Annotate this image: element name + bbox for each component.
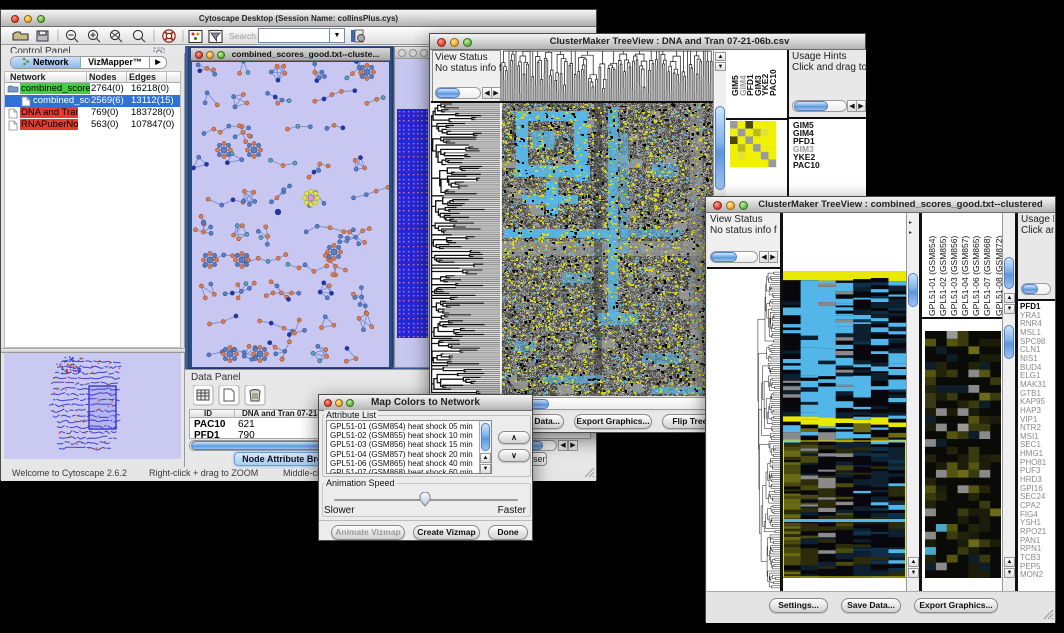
svg-text:Search:: Search: [229, 31, 258, 41]
